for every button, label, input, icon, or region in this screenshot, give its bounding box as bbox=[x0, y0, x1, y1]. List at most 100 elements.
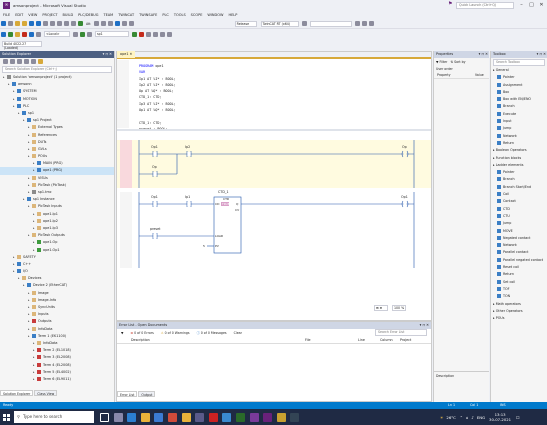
clock[interactable]: 13:13 30-07-2021 bbox=[489, 412, 511, 422]
tree-item[interactable]: ▸ Device 2 (EtherCAT) bbox=[0, 282, 114, 289]
toolbox-item[interactable]: Branch bbox=[491, 103, 547, 110]
tree-item[interactable]: ▸ GVLs bbox=[0, 146, 114, 153]
tree-item[interactable]: ▸ References bbox=[0, 132, 114, 139]
attach-button[interactable]: Att bbox=[86, 22, 91, 26]
toolbox-item[interactable]: Set coil bbox=[491, 279, 547, 286]
toolbox-item[interactable]: Box bbox=[491, 89, 547, 96]
tree-item[interactable]: ▸ ope1.Op1 bbox=[0, 247, 114, 254]
app-icon-5[interactable] bbox=[249, 412, 259, 422]
weather-icon[interactable]: ☀ bbox=[440, 415, 443, 420]
toolbox-group[interactable]: ▸ Math operators bbox=[491, 301, 547, 308]
tree-item[interactable]: ▸ SYSTEM bbox=[0, 88, 114, 95]
find-combo[interactable] bbox=[309, 20, 352, 27]
network-icon[interactable]: ⌂ bbox=[466, 415, 468, 420]
toolbar-overflow-icon[interactable] bbox=[301, 21, 307, 26]
tree-item[interactable]: ▸ I/O bbox=[0, 268, 114, 275]
menu-debug[interactable]: PLC/DEBUG bbox=[78, 13, 98, 17]
properties-icon[interactable] bbox=[361, 21, 367, 26]
tree-item[interactable]: ▸ ope1.Ip1 bbox=[0, 211, 114, 218]
plc-stop-icon[interactable] bbox=[139, 31, 144, 37]
app-icon-3[interactable] bbox=[222, 412, 232, 422]
clear-button[interactable]: Clear bbox=[232, 330, 244, 337]
panel-pin-icon[interactable]: ▾ ⊓ ✕ bbox=[103, 51, 112, 58]
tree-item[interactable]: ▸ C++ bbox=[0, 261, 114, 268]
step-into-icon[interactable] bbox=[160, 31, 165, 37]
tree-item[interactable]: ▸ PlcTask (PlcTask) bbox=[0, 182, 114, 189]
new-project-icon[interactable] bbox=[15, 21, 20, 26]
free-run-icon[interactable] bbox=[36, 31, 41, 37]
paste-icon[interactable] bbox=[57, 21, 62, 26]
tree-item[interactable]: ▸ sp1.tmc bbox=[0, 189, 114, 196]
redo-icon[interactable] bbox=[71, 21, 76, 26]
toolbox-item[interactable]: Jump bbox=[491, 220, 547, 227]
menu-twincat[interactable]: TWINCAT bbox=[118, 13, 134, 17]
back-icon[interactable] bbox=[1, 21, 6, 26]
app-icon-6[interactable] bbox=[276, 412, 286, 422]
toolbox-item[interactable]: Pointer bbox=[491, 169, 547, 176]
toolbox-group[interactable]: ▸ POUs bbox=[491, 315, 547, 322]
ladder-diagram[interactable]: Op1 Ip2 Op Op CTD_1 CTD CD TRUE Q CV LOA… bbox=[117, 132, 431, 311]
tree-item[interactable]: ▸ sp1 Instance bbox=[0, 196, 114, 203]
platform-select[interactable]: TwinCAT RT (x64) bbox=[260, 20, 299, 27]
tab-solution-explorer[interactable]: Solution Explorer bbox=[0, 390, 34, 396]
toolbox-item[interactable]: Reset coil bbox=[491, 264, 547, 271]
menu-scope[interactable]: SCOPE bbox=[191, 13, 203, 17]
tree-item[interactable]: ▸ sp1 Project bbox=[0, 117, 114, 124]
tab-error-list[interactable]: Error List bbox=[117, 391, 138, 397]
menu-help[interactable]: HELP bbox=[228, 13, 237, 17]
tree-item[interactable]: ▸ Term 4 (EL2008) bbox=[0, 362, 114, 369]
tab-output[interactable]: Output bbox=[138, 391, 156, 397]
settings-icon[interactable] bbox=[107, 21, 113, 26]
tree-item[interactable]: ▸ ope1.Op bbox=[0, 239, 114, 246]
menu-window[interactable]: WINDOW bbox=[207, 13, 223, 17]
tree-item[interactable]: ▸ Term 5 (EL4002) bbox=[0, 369, 114, 376]
app-icon-7[interactable] bbox=[290, 412, 300, 422]
error-search-input[interactable]: Search Error List bbox=[375, 329, 427, 336]
tray-expand-icon[interactable]: ⌃ bbox=[460, 415, 463, 420]
properties-window-controls[interactable]: ▾ ⊓ ✕ bbox=[479, 51, 488, 58]
menu-plc[interactable]: PLC bbox=[162, 13, 169, 17]
tree-item[interactable]: ▸ InfoData bbox=[0, 340, 114, 347]
tree-item[interactable]: ▸ POUs bbox=[0, 153, 114, 160]
plc-project-select[interactable]: sp1 bbox=[95, 31, 129, 37]
tree-item[interactable]: ▸ DUTs bbox=[0, 139, 114, 146]
toolbox-search-input[interactable]: Search Toolbox bbox=[493, 59, 545, 66]
toolbox-item[interactable]: Negated contact bbox=[491, 235, 547, 242]
tree-item[interactable]: ▸ External Types bbox=[0, 124, 114, 131]
taskbar-search-input[interactable]: ⚲ Type here to search bbox=[14, 411, 94, 423]
cortana-icon[interactable] bbox=[100, 412, 109, 422]
toolbox-item[interactable]: Network bbox=[491, 133, 547, 140]
step-over-icon[interactable] bbox=[153, 31, 158, 37]
refresh-icon[interactable] bbox=[17, 59, 22, 64]
breakpoint-icon[interactable] bbox=[146, 31, 151, 37]
toolbox-item[interactable]: Parallel contact bbox=[491, 249, 547, 256]
toolbox-item[interactable]: TON bbox=[491, 293, 547, 300]
collapse-all-icon[interactable] bbox=[24, 59, 29, 64]
restart-icon[interactable] bbox=[22, 31, 27, 37]
mail-icon[interactable] bbox=[167, 412, 177, 422]
login-icon[interactable] bbox=[80, 31, 85, 37]
tree-item[interactable]: ▸ ope1 (PRG) bbox=[0, 167, 114, 175]
tab-class-view[interactable]: Class View bbox=[34, 390, 58, 396]
start-icon[interactable] bbox=[78, 21, 83, 26]
ld-nav-button[interactable]: ⊞ ⊕ bbox=[374, 305, 388, 311]
logout-icon[interactable] bbox=[87, 31, 92, 37]
warnings-filter-button[interactable]: ⚠ 0 of 0 Warnings bbox=[159, 330, 192, 337]
volume-icon[interactable]: ♪ bbox=[471, 415, 473, 420]
sync-icon[interactable] bbox=[10, 59, 15, 64]
app-icon-1[interactable] bbox=[195, 412, 205, 422]
show-all-files-icon[interactable] bbox=[31, 59, 36, 64]
tree-item[interactable]: ▸ SAFETY bbox=[0, 254, 114, 261]
close-button[interactable]: ✕ bbox=[537, 1, 546, 10]
network-1[interactable]: Op1 Ip2 Op Op bbox=[117, 140, 431, 188]
target-browse-icon[interactable] bbox=[73, 31, 78, 37]
tree-item[interactable]: ▸ ope1.Ip3 bbox=[0, 225, 114, 232]
zoom-select[interactable]: 100 % bbox=[392, 305, 406, 311]
solution-explorer-icon[interactable] bbox=[354, 21, 360, 26]
toolbox-icon[interactable] bbox=[368, 21, 374, 26]
task-view-icon[interactable] bbox=[113, 412, 123, 422]
save-icon[interactable] bbox=[29, 21, 34, 26]
save-all-icon[interactable] bbox=[36, 21, 41, 26]
toolbox-group[interactable]: ▸ Ladder elements bbox=[491, 162, 547, 169]
tree-item[interactable]: ▸ VISUs bbox=[0, 175, 114, 182]
